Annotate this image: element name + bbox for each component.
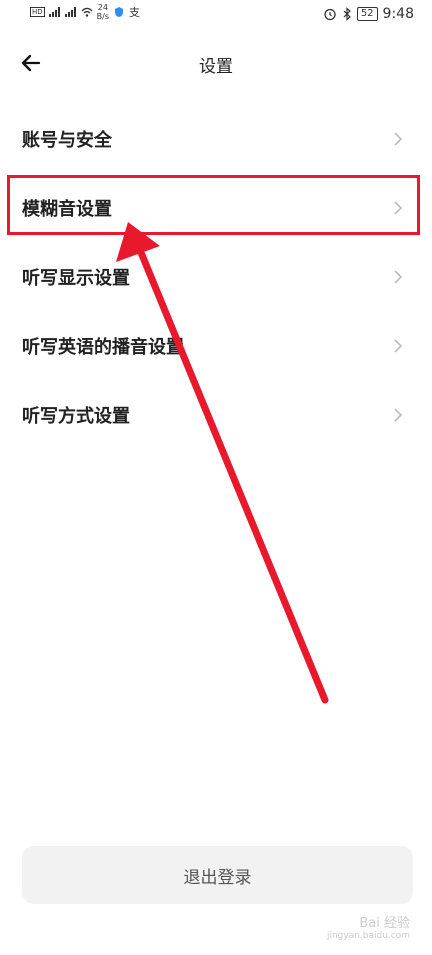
page-title: 设置 <box>199 57 233 77</box>
header: 设置 <box>0 40 432 86</box>
menu-item-label: 听写方式设置 <box>22 405 130 427</box>
shield-icon <box>115 7 124 17</box>
net-speed: 24 B/s <box>96 3 110 21</box>
settings-menu: 账号与安全 模糊音设置 听写显示设置 听写英语的播音设置 听写方式设置 <box>0 104 432 449</box>
status-right: 52 9:48 <box>323 6 414 22</box>
alarm-icon <box>324 8 336 21</box>
signal-icon <box>48 7 60 17</box>
menu-item-dictation-mode[interactable]: 听写方式设置 <box>0 380 432 449</box>
menu-item-dictation-display[interactable]: 听写显示设置 <box>0 242 432 311</box>
signal-icon-2 <box>64 7 76 17</box>
wifi-icon <box>81 7 93 17</box>
status-left: HD 24 B/s 支 <box>30 3 140 21</box>
menu-item-fuzzy-sound[interactable]: 模糊音设置 <box>0 173 432 242</box>
hd-badge: HD <box>30 7 45 17</box>
menu-item-english-broadcast[interactable]: 听写英语的播音设置 <box>0 311 432 380</box>
chevron-right-icon <box>394 338 403 353</box>
chevron-right-icon <box>394 269 403 284</box>
menu-item-label: 听写显示设置 <box>22 267 130 289</box>
battery-icon: 52 <box>356 7 378 21</box>
chevron-right-icon <box>394 200 403 215</box>
menu-item-label: 账号与安全 <box>22 129 112 151</box>
watermark: Bai 经验 jingyan.baidu.com <box>326 916 410 941</box>
menu-item-label: 模糊音设置 <box>22 198 112 220</box>
logout-button[interactable]: 退出登录 <box>22 846 413 904</box>
menu-item-label: 听写英语的播音设置 <box>22 336 184 358</box>
bluetooth-icon <box>343 7 351 21</box>
alipay-icon: 支 <box>129 6 141 19</box>
menu-item-account-security[interactable]: 账号与安全 <box>0 104 432 173</box>
chevron-right-icon <box>394 407 403 422</box>
chevron-right-icon <box>394 131 403 146</box>
status-bar: HD 24 B/s 支 52 9:48 <box>0 0 432 32</box>
clock: 9:48 <box>382 6 414 22</box>
